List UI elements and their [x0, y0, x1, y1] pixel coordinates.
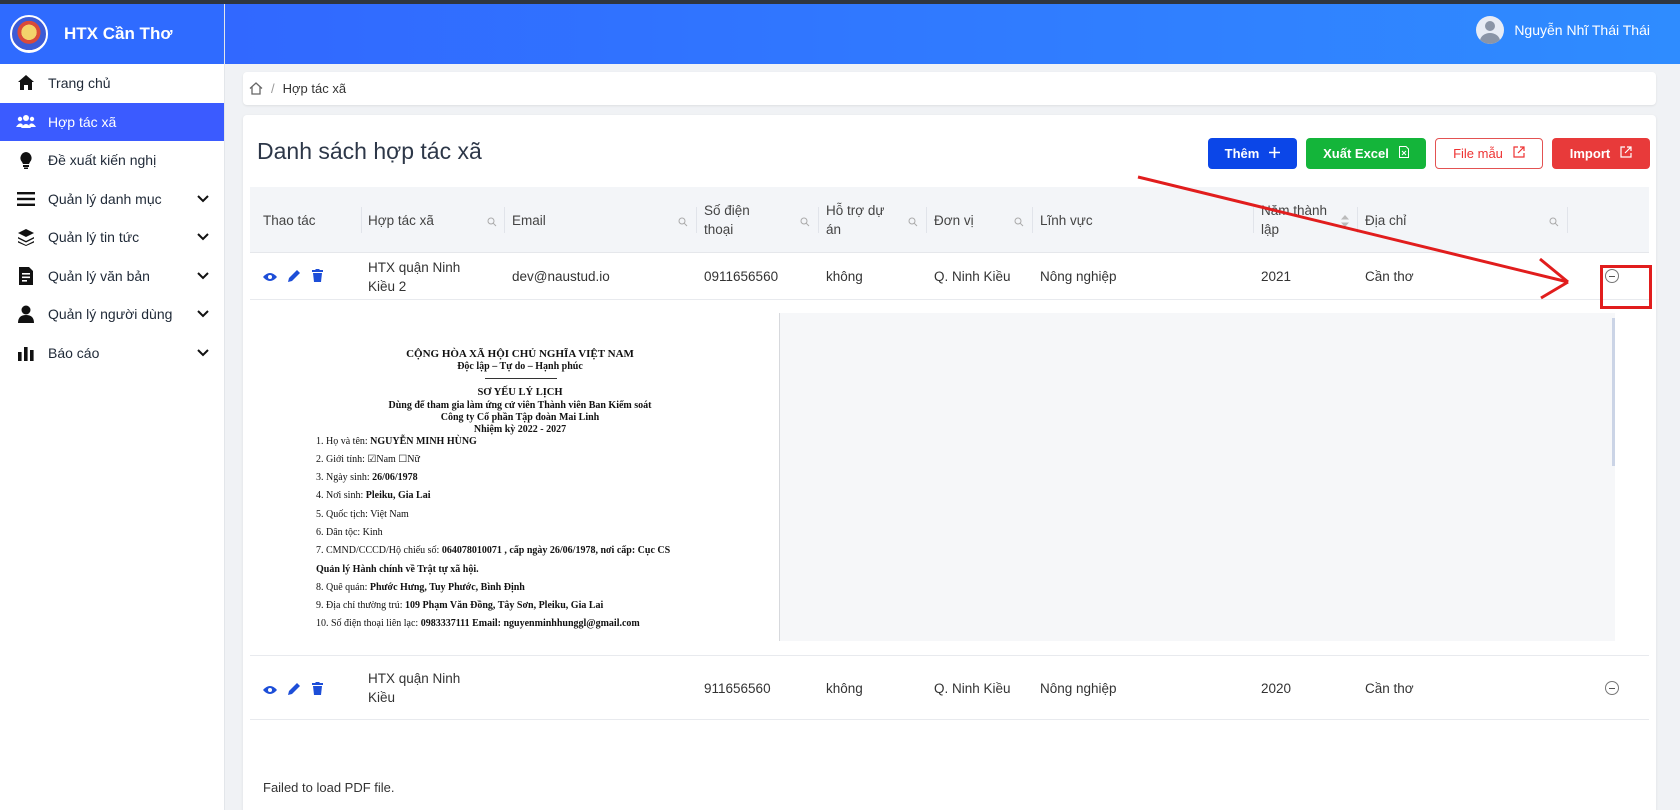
annotation-arrow	[1137, 175, 1569, 300]
annotation-highlight-box	[1600, 265, 1652, 309]
